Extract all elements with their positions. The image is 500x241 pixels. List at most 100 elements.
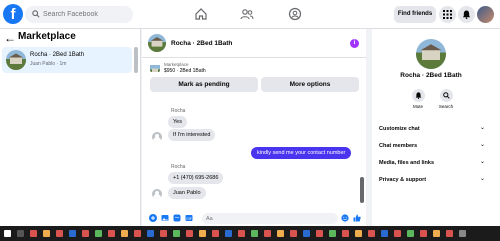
chevron-down-icon: ⌄: [479, 175, 485, 182]
friends-icon[interactable]: [240, 7, 254, 21]
taskbar-app-icon[interactable]: [17, 230, 24, 237]
marketplace-sidebar: ← Marketplace Rocha · 2Bed 1Bath Juan Pa…: [0, 29, 141, 226]
groups-icon[interactable]: [288, 7, 302, 21]
sticker-icon[interactable]: [173, 214, 181, 222]
chat-details-panel: Rocha · 2Bed 1Bath Mute Search Customize…: [372, 29, 500, 226]
chevron-down-icon: ⌄: [479, 124, 485, 131]
profile-avatar[interactable]: [477, 6, 494, 23]
svg-text:GIF: GIF: [186, 217, 192, 221]
taskbar-app-icon[interactable]: [82, 230, 89, 237]
taskbar-app-icon[interactable]: [277, 230, 284, 237]
plus-icon[interactable]: [149, 214, 157, 222]
chat-title[interactable]: Rocha · 2Bed 1Bath: [171, 40, 232, 47]
sender-name: Rocha: [171, 164, 186, 170]
listing-thumbnail: [6, 50, 26, 70]
taskbar-app-icon[interactable]: [381, 230, 388, 237]
more-options-button[interactable]: More options: [261, 77, 359, 92]
conversation-name: Rocha · 2Bed 1Bath: [30, 52, 85, 58]
taskbar-app-icon[interactable]: [134, 230, 141, 237]
listing-image[interactable]: [150, 62, 160, 72]
taskbar-app-icon[interactable]: [173, 230, 180, 237]
mute-button[interactable]: Mute: [408, 89, 428, 109]
taskbar-app-icon[interactable]: [199, 230, 206, 237]
conversation-subtitle: Juan Pablo · 1m: [30, 61, 67, 67]
thumbs-up-icon[interactable]: [353, 214, 361, 222]
back-arrow-icon[interactable]: ←: [4, 32, 16, 44]
image-icon[interactable]: [161, 214, 169, 222]
taskbar-app-icon[interactable]: [121, 230, 128, 237]
grid-menu-icon: [443, 10, 452, 19]
menu-privacy-support[interactable]: Privacy & support ⌄: [379, 175, 485, 185]
taskbar-app-icon[interactable]: [147, 230, 154, 237]
chat-panel: Rocha · 2Bed 1Bath i Marketplace $950 · …: [142, 29, 366, 226]
taskbar-app-icon[interactable]: [407, 230, 414, 237]
sidebar-title: Marketplace: [18, 31, 76, 42]
sidebar-scrollbar[interactable]: [134, 47, 138, 73]
taskbar-app-icon[interactable]: [69, 230, 76, 237]
chat-thumbnail[interactable]: [148, 34, 166, 52]
emoji-icon[interactable]: [341, 214, 349, 222]
message-bubble-outgoing[interactable]: kindly send me your contact number: [251, 147, 352, 159]
bell-icon: [415, 92, 421, 99]
taskbar-app-icon[interactable]: [316, 230, 323, 237]
menu-chat-members[interactable]: Chat members ⌄: [379, 141, 485, 151]
taskbar-app-icon[interactable]: [329, 230, 336, 237]
chat-scrollbar[interactable]: [360, 177, 364, 203]
home-icon[interactable]: [194, 7, 208, 21]
taskbar-app-icon[interactable]: [212, 230, 219, 237]
message-bubble[interactable]: Yes: [168, 116, 187, 128]
menu-button[interactable]: [439, 6, 456, 23]
taskbar-app-icon[interactable]: [433, 230, 440, 237]
menu-customize-chat[interactable]: Customize chat ⌄: [379, 124, 485, 134]
taskbar-app-icon[interactable]: [186, 230, 193, 237]
sender-name: Rocha: [171, 108, 186, 114]
notifications-button[interactable]: [458, 6, 475, 23]
find-friends-button[interactable]: Find friends: [394, 6, 436, 23]
message-bubble[interactable]: +1 (470) 695-2686: [168, 172, 224, 184]
listing-photo[interactable]: [416, 39, 446, 69]
taskbar-app-icon[interactable]: [290, 230, 297, 237]
taskbar-app-icon[interactable]: [43, 230, 50, 237]
message-input[interactable]: [202, 213, 338, 224]
chat-header: Rocha · 2Bed 1Bath i: [142, 29, 366, 58]
taskbar-app-icon[interactable]: [225, 230, 232, 237]
taskbar-app-icon[interactable]: [368, 230, 375, 237]
info-icon[interactable]: i: [350, 39, 359, 48]
taskbar-app-icon[interactable]: [394, 230, 401, 237]
os-taskbar: [0, 226, 500, 241]
menu-label: Chat members: [379, 143, 418, 149]
menu-media-files-links[interactable]: Media, files and links ⌄: [379, 158, 485, 168]
search-conversation-button[interactable]: Search: [436, 89, 456, 109]
taskbar-app-icon[interactable]: [108, 230, 115, 237]
gif-icon[interactable]: GIF: [185, 214, 193, 222]
system-tray-icon[interactable]: [459, 230, 466, 237]
taskbar-app-icon[interactable]: [95, 230, 102, 237]
taskbar-app-icon[interactable]: [251, 230, 258, 237]
listing-price[interactable]: $950 · 2Bed 1Bath: [164, 68, 206, 74]
taskbar-app-icon[interactable]: [355, 230, 362, 237]
listing-label: Marketplace: [164, 62, 189, 67]
chevron-down-icon: ⌄: [479, 158, 485, 165]
top-navigation-bar: f Find friends: [0, 0, 500, 29]
start-icon[interactable]: [4, 230, 11, 237]
taskbar-app-icon[interactable]: [342, 230, 349, 237]
taskbar-app-icon[interactable]: [30, 230, 37, 237]
search-input[interactable]: [43, 6, 129, 23]
mark-as-pending-button[interactable]: Mark as pending: [150, 77, 258, 92]
chevron-down-icon: ⌄: [479, 141, 485, 148]
menu-label: Privacy & support: [379, 177, 427, 183]
taskbar-app-icon[interactable]: [56, 230, 63, 237]
search-icon: [442, 92, 450, 99]
message-bubble[interactable]: Juan Pablo: [168, 187, 206, 199]
conversation-item[interactable]: Rocha · 2Bed 1Bath Juan Pablo · 1m: [2, 47, 132, 73]
search-box[interactable]: [25, 6, 133, 23]
taskbar-app-icon[interactable]: [264, 230, 271, 237]
taskbar-app-icon[interactable]: [446, 230, 453, 237]
taskbar-app-icon[interactable]: [303, 230, 310, 237]
message-bubble[interactable]: If I'm interested: [168, 129, 216, 141]
taskbar-app-icon[interactable]: [160, 230, 167, 237]
facebook-logo[interactable]: f: [3, 4, 23, 24]
bell-icon: [462, 10, 471, 19]
taskbar-app-icon[interactable]: [238, 230, 245, 237]
taskbar-app-icon[interactable]: [420, 230, 427, 237]
